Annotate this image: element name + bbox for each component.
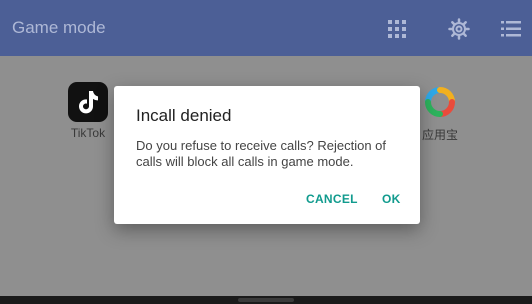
grid-icon[interactable] bbox=[386, 18, 408, 40]
app-tile-yingyongbao[interactable]: 应用宝 bbox=[420, 82, 460, 143]
app-label: TikTok bbox=[70, 126, 106, 140]
app-tile-tiktok[interactable]: TikTok bbox=[66, 82, 110, 140]
ok-button[interactable]: OK bbox=[382, 192, 401, 206]
cancel-button[interactable]: CANCEL bbox=[306, 192, 358, 206]
yingyongbao-logo-icon bbox=[420, 82, 460, 122]
tiktok-logo-icon bbox=[68, 82, 108, 122]
dialog-title: Incall denied bbox=[136, 106, 232, 125]
home-indicator[interactable] bbox=[238, 298, 294, 302]
list-icon[interactable] bbox=[500, 18, 522, 40]
app-bar-title: Game mode bbox=[12, 18, 106, 37]
app-bar: Game mode bbox=[0, 0, 532, 56]
gear-icon[interactable] bbox=[448, 18, 470, 40]
dialog-message: Do you refuse to receive calls? Rejectio… bbox=[136, 138, 387, 169]
system-nav-bar bbox=[0, 296, 532, 304]
app-label: 应用宝 bbox=[421, 128, 458, 142]
incall-denied-dialog: Incall denied Do you refuse to receive c… bbox=[114, 86, 420, 224]
